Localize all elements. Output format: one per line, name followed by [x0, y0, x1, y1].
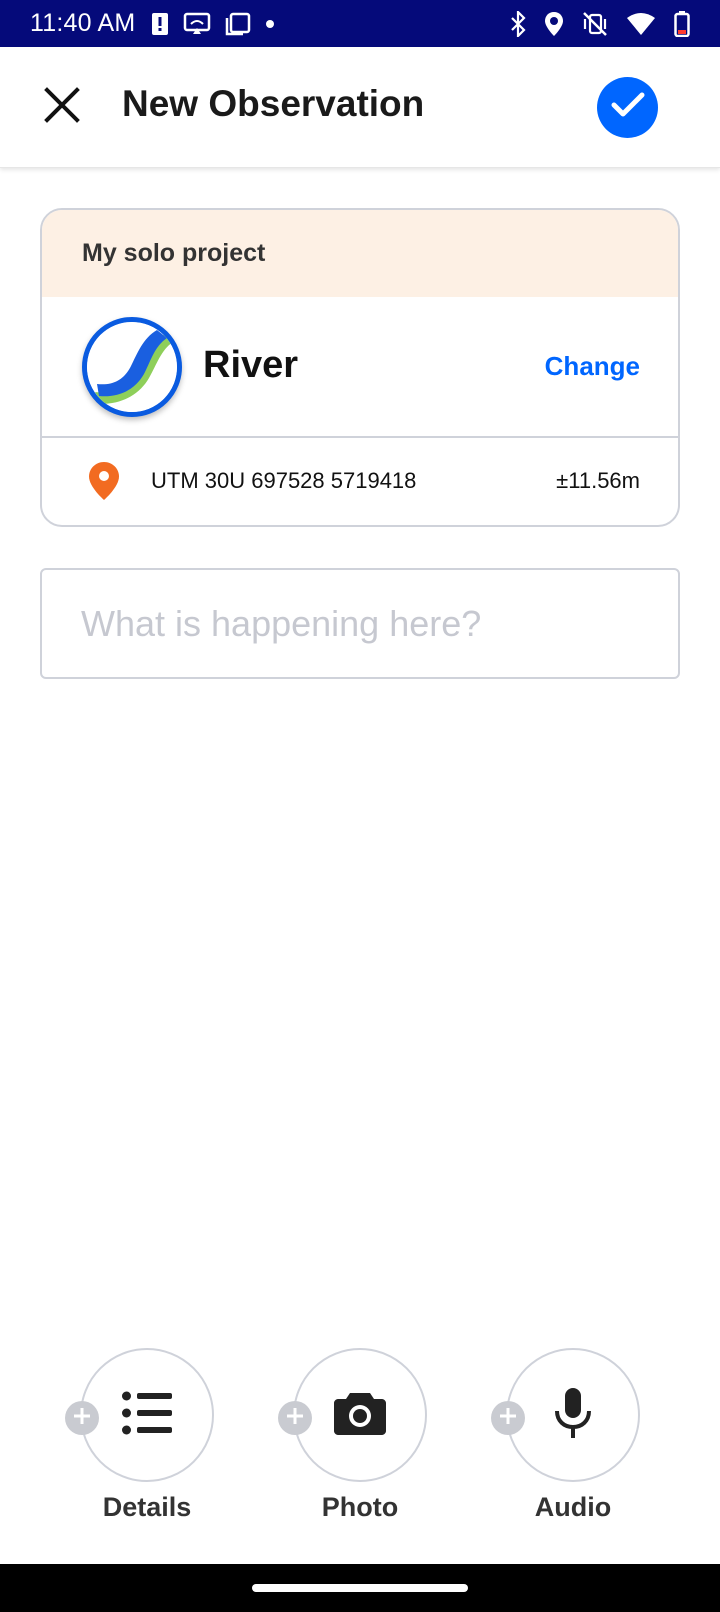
alert-icon [151, 12, 169, 36]
app-bar: New Observation [0, 47, 720, 168]
location-accuracy: ±11.56m [556, 468, 640, 493]
check-icon [611, 91, 645, 124]
home-gesture-handle[interactable] [252, 1584, 468, 1592]
project-header: My solo project [42, 210, 678, 297]
battery-icon [674, 10, 690, 37]
photo-label: Photo [321, 1492, 399, 1522]
change-category-button[interactable]: Change [545, 351, 640, 382]
category-name: River [203, 344, 299, 386]
plus-icon [72, 1406, 92, 1431]
cast-icon [183, 12, 211, 36]
audio-plus-badge [491, 1401, 525, 1435]
details-circle[interactable] [80, 1348, 214, 1482]
notes-input[interactable] [42, 570, 678, 677]
project-name: My solo project [82, 239, 266, 267]
location-pin-icon [88, 461, 120, 506]
plus-icon [498, 1406, 518, 1431]
observation-card: My solo project River Change UTM 30U 697… [40, 208, 680, 527]
notes-field [40, 568, 680, 679]
navigation-bar [0, 1564, 720, 1612]
details-plus-badge [65, 1401, 99, 1435]
camera-icon [334, 1391, 386, 1440]
location-row: UTM 30U 697528 5719418 ±11.56m [42, 438, 678, 525]
details-label: Details [102, 1492, 192, 1522]
location-coordinates: UTM 30U 697528 5719418 [151, 468, 417, 493]
plus-icon [285, 1406, 305, 1431]
close-icon [44, 86, 80, 128]
status-left-icons [151, 12, 275, 36]
river-icon [82, 317, 182, 417]
bluetooth-icon [510, 10, 526, 37]
photo-circle[interactable] [293, 1348, 427, 1482]
screenshot-icon [225, 12, 251, 36]
save-observation-button[interactable] [597, 77, 658, 138]
list-icon [122, 1391, 172, 1440]
status-right-icons [510, 10, 690, 37]
status-bar: 11:40 AM [0, 0, 720, 47]
dot-icon [265, 19, 275, 29]
close-button[interactable] [40, 85, 84, 129]
audio-label: Audio [534, 1492, 612, 1522]
vibrate-off-icon [582, 11, 608, 37]
microphone-icon [553, 1387, 593, 1444]
status-time: 11:40 AM [30, 9, 136, 37]
wifi-icon [626, 12, 656, 36]
audio-circle[interactable] [506, 1348, 640, 1482]
page-title: New Observation [122, 83, 425, 124]
location-icon [544, 11, 564, 37]
category-row: River Change [42, 297, 678, 438]
photo-plus-badge [278, 1401, 312, 1435]
